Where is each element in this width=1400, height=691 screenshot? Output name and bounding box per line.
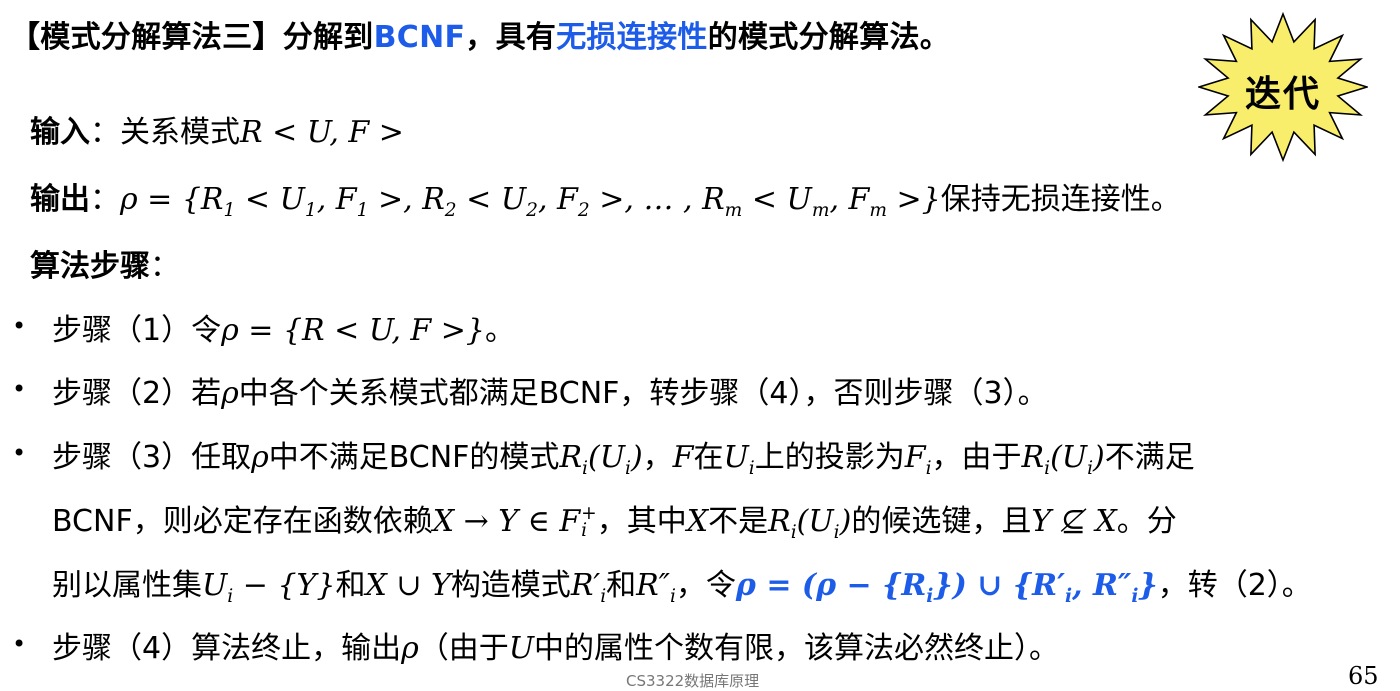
step-3-line-1: 步骤（3）任取ρ中不满足BCNF的模式Ri(Ui)，F在Ui上的投影为Fi，由于…	[52, 440, 1195, 479]
steps-heading-sep: ：	[150, 249, 180, 284]
step-2-text: 步骤（2）若	[52, 376, 222, 411]
bullet-step-3: •	[12, 439, 27, 467]
output-label: 输出	[30, 182, 90, 217]
input-sep: ：	[90, 115, 120, 150]
bullet-step-2: •	[12, 375, 27, 403]
step-3-line-2: BCNF，则必定存在函数依赖X → Y ∈ F + i ，其中X不是Ri(Ui)的候选…	[52, 503, 1177, 543]
step-3-line-3: 别以属性集Ui − {Y}和X ∪ Y构造模式R′i和R″i，令ρ = (ρ −…	[52, 568, 1312, 607]
title-highlight-bcnf: BCNF	[373, 20, 466, 55]
slide-title: 【模式分解算法三】分解到BCNF，具有无损连接性的模式分解算法。	[10, 12, 950, 56]
input-line: 输入：关系模式R < U, F >	[30, 107, 404, 151]
title-highlight-lossless: 无损连接性	[556, 20, 708, 55]
input-text: 关系模式	[120, 115, 240, 150]
title-part-3: 的模式分解算法。	[707, 20, 951, 55]
input-math: R < U, F >	[240, 115, 404, 150]
step-4: 步骤（4）算法终止，输出ρ（由于U中的属性个数有限，该算法必然终止）。	[52, 631, 1060, 666]
step-2: 步骤（2）若ρ中各个关系模式都满足BCNF，转步骤（4），否则步骤（3）。	[52, 368, 1048, 412]
title-part-1: 【模式分解算法三】分解到	[10, 20, 374, 55]
bullet-step-4: •	[12, 630, 27, 658]
bullet-step-1: •	[12, 312, 27, 340]
title-part-2: ，具有	[465, 20, 557, 55]
output-sep: ：	[90, 182, 120, 217]
step-1-math: ρ = {R < U, F >}	[221, 313, 485, 348]
step-1-end: 。	[485, 313, 515, 348]
step-2-rest: 中各个关系模式都满足BCNF，转步骤（4），否则步骤（3）。	[238, 376, 1048, 411]
step-3-assignment-formula: ρ = (ρ − {Ri}) ∪ {R′i, R″i}	[735, 568, 1158, 607]
page-number: 65	[1348, 662, 1379, 690]
output-math: ρ = {R1 < U1, F1 >, R2 < U2, F2 >, … , R…	[120, 182, 941, 221]
steps-heading: 算法步骤：	[30, 241, 180, 285]
step-1-text: 步骤（1）令	[52, 313, 222, 348]
input-label: 输入	[30, 115, 90, 150]
step-1: 步骤（1）令ρ = {R < U, F >}。	[52, 305, 515, 349]
output-text: 保持无损连接性。	[940, 182, 1181, 217]
step-2-math: ρ	[221, 376, 239, 411]
footer-course: CS3322数据库原理	[626, 672, 760, 690]
iteration-badge-label: 迭代	[1244, 73, 1321, 115]
output-line: 输出：ρ = {R1 < U1, F1 >, R2 < U2, F2 >, … …	[30, 174, 1181, 221]
steps-heading-label: 算法步骤	[30, 249, 150, 284]
